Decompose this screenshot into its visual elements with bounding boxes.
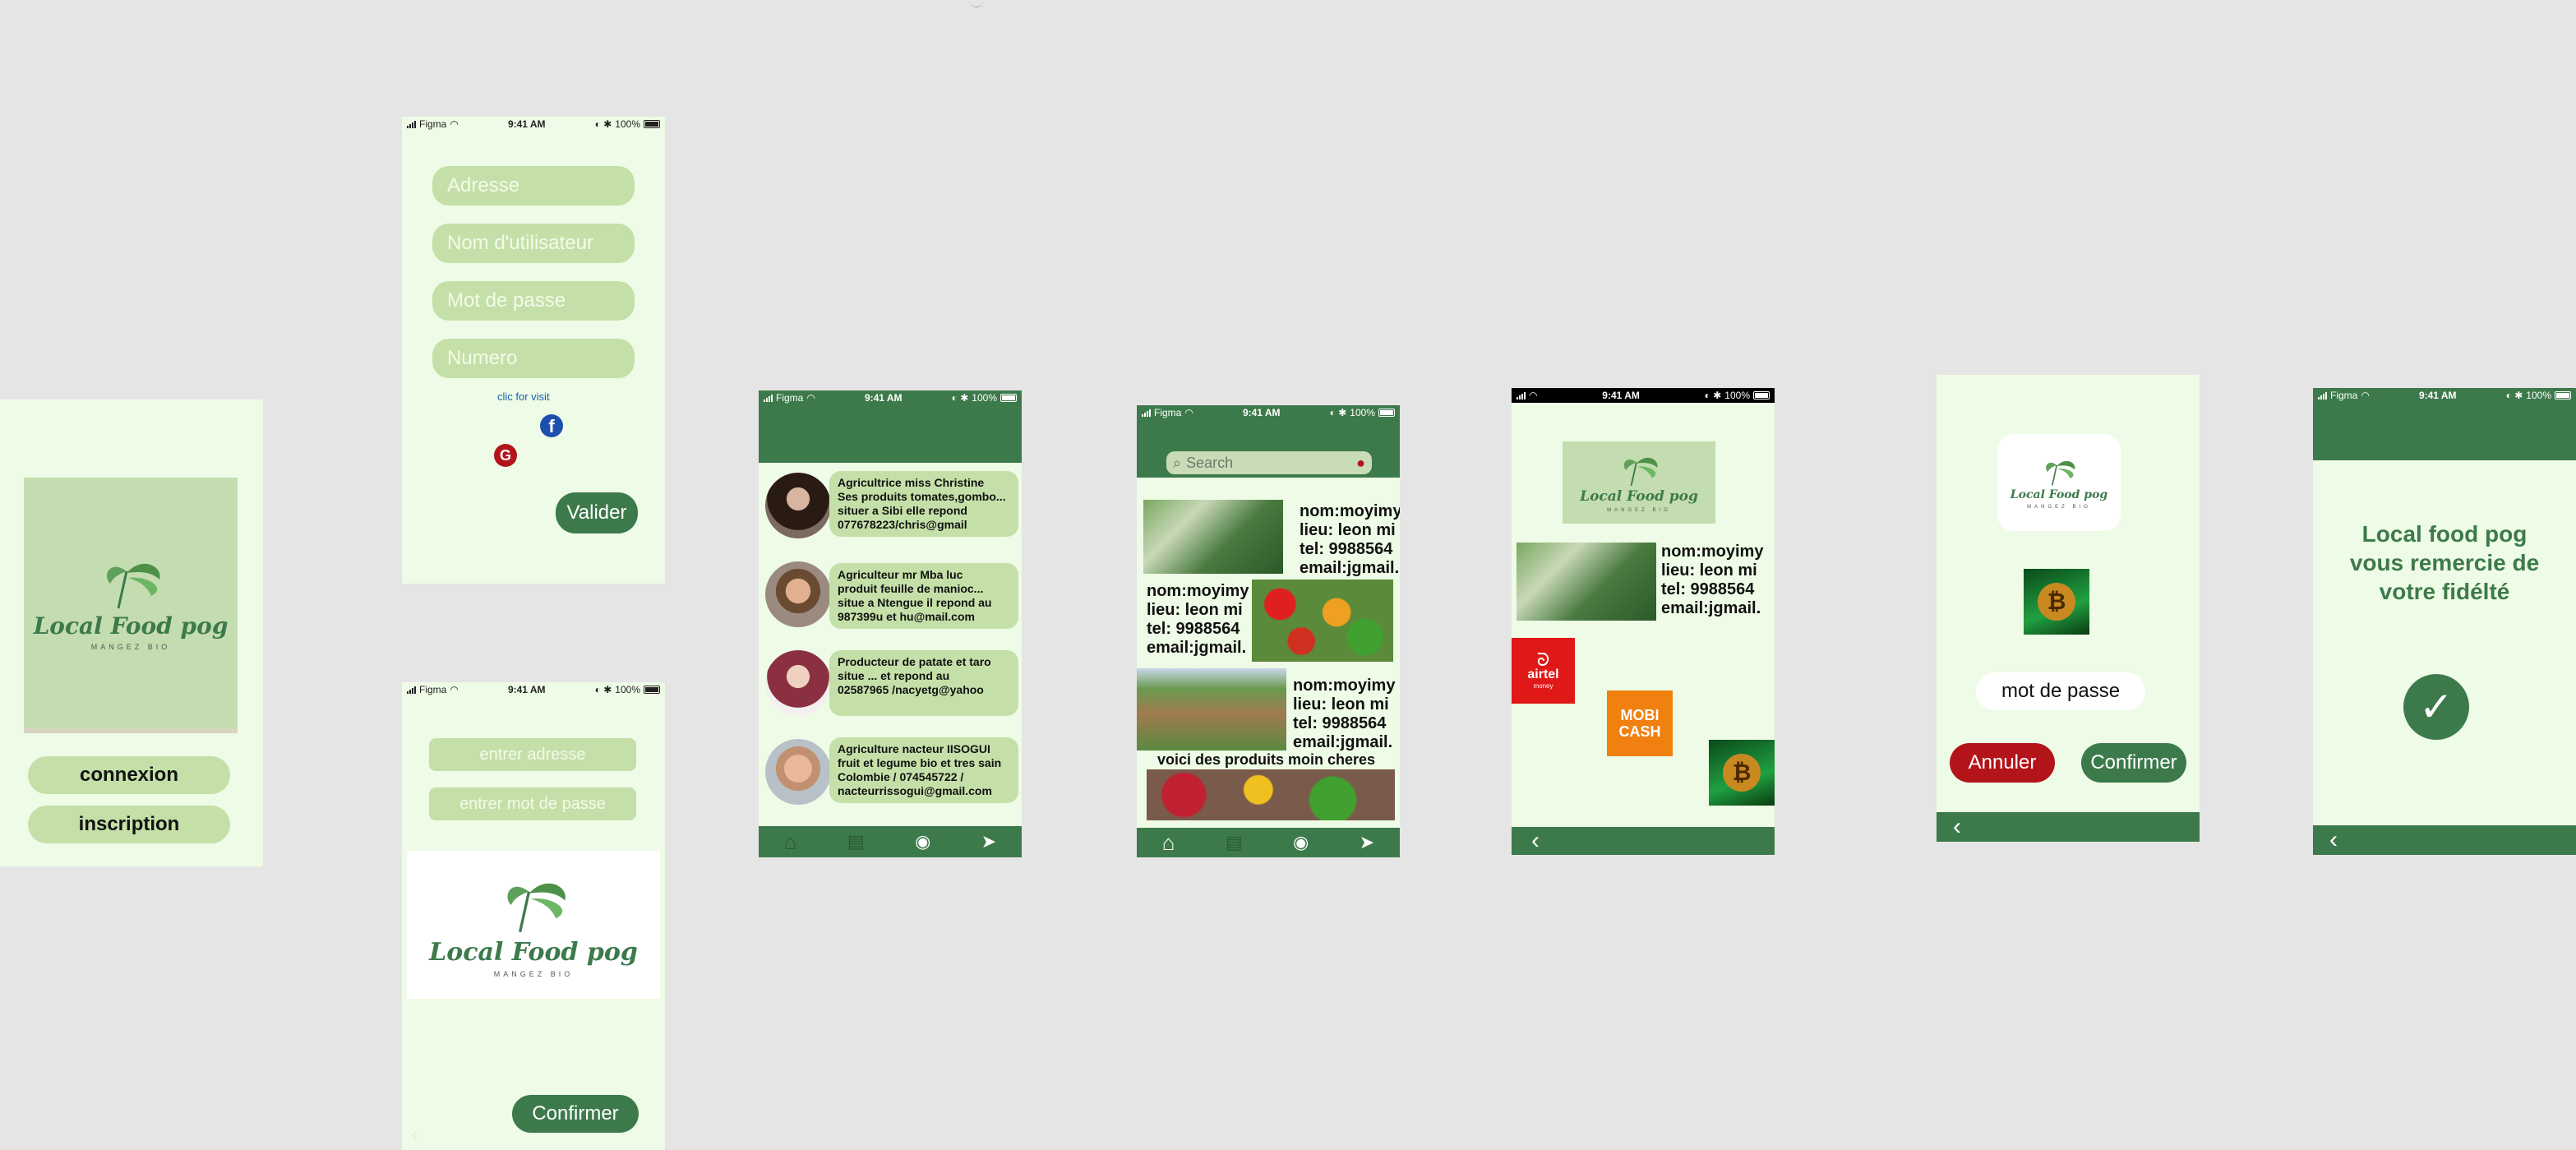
checkmark-icon: ✓ [2403, 674, 2469, 740]
thanks-message: Local food pog vous remercie de votre fi… [2349, 521, 2540, 604]
login-screen: Figma ◠ 9:41 AM ◐ ✱ 100% entrer adresse e… [402, 682, 665, 1150]
back-arrow-icon[interactable]: ‹ [412, 1126, 418, 1145]
logo-subtitle: MANGEZ BIO [2027, 505, 2091, 510]
producer-card[interactable]: Agricultrice miss Christine Ses produits… [829, 471, 1018, 537]
status-bar: Figma ◠ 9:41 AM ◐ ✱ 100% [1137, 405, 1400, 420]
status-bar: Figma ◠ 9:41 AM ◐ ✱ 100% [2313, 388, 2576, 403]
avatar [765, 473, 831, 538]
producer-info: nom:moyimy lieu: leon mi tel: 9988564 em… [1300, 502, 1400, 577]
messenger-icon[interactable]: ◉ [1293, 832, 1309, 853]
splash-screen: Local Food pog MANGEZ BIO connexion insc… [0, 399, 263, 866]
login-address-field[interactable]: entrer adresse [429, 738, 636, 771]
cheap-products-label: voici des produits moin cheres [1157, 751, 1376, 768]
payment-logo: Local Food pog MANGEZ BIO [1563, 441, 1715, 524]
bitcoin-icon[interactable]: ₿ [1709, 740, 1775, 806]
login-password-field[interactable]: entrer mot de passe [429, 787, 636, 820]
document-icon[interactable]: ▤ [847, 831, 865, 852]
send-icon[interactable]: ➤ [1360, 832, 1374, 853]
bitcoin-icon: ₿ [2024, 569, 2089, 635]
search-icon: ⌕ [1173, 454, 1182, 471]
farm-photo [1517, 543, 1656, 621]
logo-title: Local Food pog [429, 937, 638, 967]
producer-card[interactable]: Producteur de patate et taro situe ... e… [829, 650, 1018, 716]
signup-screen: Figma ◠ 9:41 AM ◐ ✱ 100% Adresse Nom d'ut… [402, 117, 665, 584]
farm-photo [1143, 500, 1283, 574]
status-bar: Figma ◠ 9:41 AM ◐ ✱ 100% [402, 117, 665, 132]
back-arrow-icon[interactable]: ‹ [2329, 826, 2338, 854]
username-field[interactable]: Nom d'utilisateur [432, 224, 635, 263]
home-icon[interactable]: ⌂ [784, 829, 797, 855]
back-arrow-icon[interactable]: ‹ [1953, 813, 1961, 841]
status-bar: Figma ◠ 9:41 AM ◐ ✱ 100% [402, 682, 665, 697]
avatar [765, 561, 831, 627]
airtel-money-button[interactable]: ᘐ airtel money [1512, 638, 1575, 704]
producer-info: nom:moyimy lieu: leon mi tel: 9988564 em… [1147, 582, 1249, 657]
document-icon[interactable]: ▤ [1226, 832, 1243, 853]
bottom-nav: ⌂ ▤ ◉ ➤ [759, 826, 1022, 857]
producer-card[interactable]: Agriculteur mr Mba luc produit feuille d… [829, 563, 1018, 629]
logo-title: Local Food pog [2010, 488, 2108, 501]
airtel-logo-icon: ᘐ [1536, 649, 1550, 670]
password-field[interactable]: mot de passe [1976, 672, 2145, 710]
bottom-nav: ‹ [2313, 825, 2576, 855]
producer-info: nom:moyimy lieu: leon mi tel: 9988564 em… [1293, 677, 1396, 751]
vegetables-photo [1252, 580, 1393, 662]
search-input[interactable]: ⌕ Search ● [1166, 451, 1372, 474]
validate-button[interactable]: Valider [556, 492, 638, 533]
connexion-button[interactable]: connexion [28, 756, 230, 794]
market-photo [1147, 769, 1395, 820]
logo-subtitle: MANGEZ BIO [90, 643, 171, 651]
login-confirm-button[interactable]: Confirmer [512, 1095, 639, 1133]
stray-mark [970, 0, 983, 7]
password-field[interactable]: Mot de passe [432, 281, 635, 321]
number-field[interactable]: Numero [432, 339, 635, 378]
address-field[interactable]: Adresse [432, 166, 635, 206]
status-bar: Figma ◠ 9:41 AM ◐ ✱ 100% [759, 390, 1022, 405]
avatar [765, 739, 831, 805]
messenger-icon[interactable]: ◉ [915, 831, 930, 852]
avatar [765, 650, 831, 716]
confirm-payment-screen: Local Food pog MANGEZ BIO ₿ mot de passe… [1937, 375, 2200, 842]
splash-logo: Local Food pog MANGEZ BIO [24, 478, 238, 733]
mobicash-button[interactable]: MOBI CASH [1607, 690, 1673, 756]
inscription-button[interactable]: inscription [28, 806, 230, 843]
logo-title: Local Food pog [1580, 488, 1698, 505]
products-screen: Figma ◠ 9:41 AM ◐ ✱ 100% ⌕ Search ● nom:m… [1137, 405, 1400, 857]
cancel-button[interactable]: Annuler [1950, 743, 2055, 783]
leaf-icon [1623, 457, 1658, 487]
thanks-screen: Figma ◠ 9:41 AM ◐ ✱ 100% Local food pog v… [2313, 388, 2576, 855]
login-logo: Local Food pog MANGEZ BIO [407, 851, 660, 999]
logo-subtitle: MANGEZ BIO [493, 969, 574, 978]
leaf-icon [507, 883, 566, 932]
facebook-icon[interactable]: f [540, 414, 563, 437]
payment-screen: ◠ 9:41 AM ◐ ✱ 100% Local Food pog MANGEZ… [1512, 388, 1775, 855]
location-pin-icon[interactable]: ● [1356, 455, 1365, 472]
bottom-nav: ‹ [1512, 827, 1775, 855]
producer-info: nom:moyimy lieu: leon mi tel: 9988564 em… [1661, 543, 1764, 617]
send-icon[interactable]: ➤ [981, 831, 996, 852]
visit-link[interactable]: clic for visit [497, 390, 550, 403]
producers-screen: Figma ◠ 9:41 AM ◐ ✱ 100% Agricultrice mis… [759, 390, 1022, 857]
home-icon[interactable]: ⌂ [1162, 830, 1175, 856]
bottom-nav: ⌂ ▤ ◉ ➤ [1137, 828, 1400, 857]
leaf-icon [107, 563, 160, 609]
logo-title: Local Food pog [33, 612, 229, 640]
back-arrow-icon[interactable]: ‹ [1531, 827, 1540, 855]
bottom-nav: ‹ [1937, 812, 2200, 842]
leaf-icon [2046, 460, 2075, 486]
logo-subtitle: MANGEZ BIO [1607, 508, 1671, 513]
confirm-button[interactable]: Confirmer [2081, 743, 2186, 783]
field-photo [1137, 668, 1286, 751]
status-bar: ◠ 9:41 AM ◐ ✱ 100% [1512, 388, 1775, 403]
google-icon[interactable]: G [494, 444, 517, 467]
producer-card[interactable]: Agriculture nacteur IISOGUI fruit et leg… [829, 737, 1018, 803]
confirm-logo: Local Food pog MANGEZ BIO [1997, 434, 2121, 531]
